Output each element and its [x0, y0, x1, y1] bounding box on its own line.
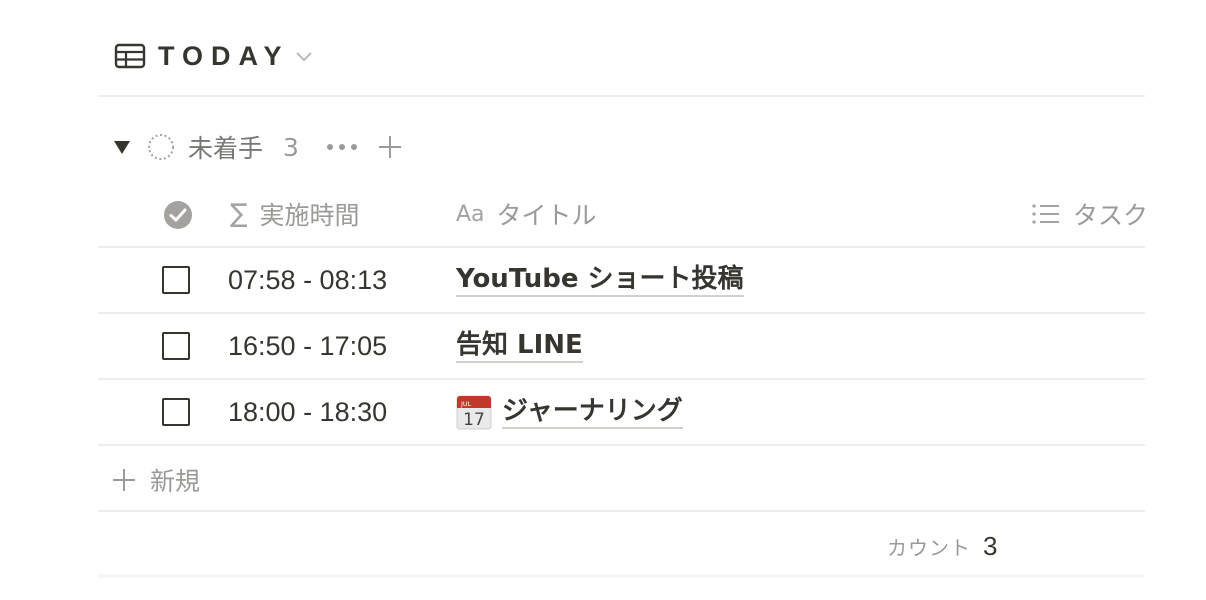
time-cell: 16:50 - 17:05 — [228, 330, 388, 361]
more-icon[interactable] — [325, 142, 359, 152]
calendar-icon-month: JUL — [460, 400, 472, 408]
row-checkbox[interactable] — [162, 266, 190, 294]
calendar-icon-day: 17 — [463, 410, 485, 430]
divider — [98, 444, 1145, 446]
checkbox-column-icon[interactable] — [163, 200, 193, 230]
view-header[interactable]: TODAY — [114, 34, 314, 78]
plus-icon — [113, 469, 135, 491]
count-label: カウント — [887, 535, 971, 560]
status-not-started-icon — [148, 134, 174, 160]
title-cell: 告知 LINE — [456, 326, 583, 366]
column-header-tags[interactable]: タスク — [1031, 194, 1145, 234]
collapse-toggle-icon[interactable] — [112, 138, 132, 156]
new-row-button[interactable]: 新規 — [112, 460, 200, 500]
time-cell: 07:58 - 08:13 — [228, 264, 388, 295]
column-header-time[interactable]: ∑ 実施時間 — [230, 194, 360, 234]
list-icon — [1032, 204, 1059, 224]
group-header: 未着手 3 — [112, 126, 403, 168]
column-header-title[interactable]: Aa タイトル — [456, 194, 597, 234]
title-cell: JUL 17 ジャーナリング — [456, 392, 683, 432]
column-header-time-label: 実施時間 — [259, 201, 360, 230]
row-checkbox[interactable] — [162, 398, 190, 426]
column-header-title-label: タイトル — [496, 201, 597, 230]
new-row-label: 新規 — [150, 467, 201, 496]
column-header-tags-label: タスク — [1073, 201, 1145, 230]
divider — [98, 95, 1145, 97]
row-title-link[interactable]: YouTube ショート投稿 — [456, 263, 744, 297]
table-icon — [114, 43, 146, 69]
plus-icon[interactable] — [377, 134, 403, 160]
row-title-link[interactable]: ジャーナリング — [502, 395, 683, 429]
group-count: 3 — [283, 132, 299, 162]
count-value: 3 — [983, 530, 998, 561]
chevron-down-icon[interactable] — [294, 49, 314, 63]
divider — [98, 510, 1145, 512]
group-label: 未着手 — [188, 134, 264, 163]
text-property-icon: Aa — [456, 201, 485, 227]
sigma-icon: ∑ — [230, 199, 248, 229]
row-checkbox[interactable] — [162, 332, 190, 360]
calendar-icon: JUL 17 — [456, 395, 492, 430]
footer-divider — [98, 574, 1145, 578]
row-title-link[interactable]: 告知 LINE — [456, 329, 583, 363]
time-cell: 18:00 - 18:30 — [228, 396, 388, 427]
view-title: TODAY — [158, 40, 290, 71]
calculation-count[interactable]: カウント 3 — [887, 528, 997, 564]
title-cell: YouTube ショート投稿 — [456, 260, 744, 300]
